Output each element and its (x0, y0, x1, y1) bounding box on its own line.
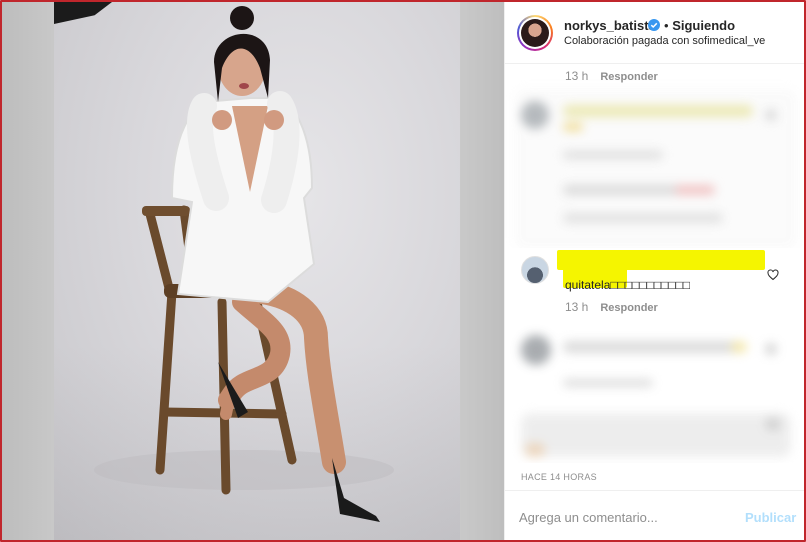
highlighted-comment: quitatela□□□□□□□□□□□ (505, 248, 804, 306)
paid-collaboration-label[interactable]: Colaboración pagada con sofimedical_ve (564, 35, 765, 47)
separator-dot: • (664, 18, 669, 33)
comment-time: 13 h (565, 69, 589, 83)
post-header: norkys_batista • Siguiendo Colaboración … (505, 2, 804, 64)
comments-panel: norkys_batista • Siguiendo Colaboración … (504, 2, 804, 540)
instagram-post-window: norkys_batista • Siguiendo Colaboración … (0, 0, 806, 542)
post-photo (54, 2, 460, 540)
blurred-comments-top (515, 89, 797, 249)
avatar-photo (521, 19, 549, 47)
woman-on-stool-illustration (94, 6, 394, 522)
comment-time-2: 13 h (565, 300, 589, 314)
media-backdrop-left (2, 2, 54, 540)
blurred-comments-bottom (515, 313, 797, 461)
avatar-inner-ring (519, 17, 551, 49)
username-link[interactable]: norkys_batista (564, 18, 656, 33)
post-timestamp[interactable]: HACE 14 HORAS (521, 472, 597, 482)
heart-icon[interactable] (767, 269, 779, 281)
media-backdrop-right (460, 2, 504, 540)
post-media[interactable] (2, 2, 504, 540)
comment-text: quitatela□□□□□□□□□□□ (565, 260, 765, 294)
reply-button[interactable]: Responder (600, 71, 657, 83)
following-label[interactable]: Siguiendo (672, 18, 735, 33)
comment-composer: Publicar (505, 490, 804, 540)
publish-button[interactable]: Publicar (745, 510, 796, 525)
comment-body: quitatela□□□□□□□□□□□ (565, 278, 691, 292)
follow-status[interactable]: • Siguiendo (664, 18, 735, 33)
comment-input[interactable] (519, 505, 739, 529)
comment-list[interactable]: 13 h Responder quitatela□□□□□□□□□□□ 13 h… (505, 65, 804, 463)
profile-avatar[interactable] (517, 15, 553, 51)
comment-meta-2: 13 h Responder (565, 300, 658, 314)
comment-meta: 13 h Responder (565, 69, 658, 83)
commenter-avatar[interactable] (521, 256, 549, 284)
verified-badge-icon (648, 19, 660, 31)
